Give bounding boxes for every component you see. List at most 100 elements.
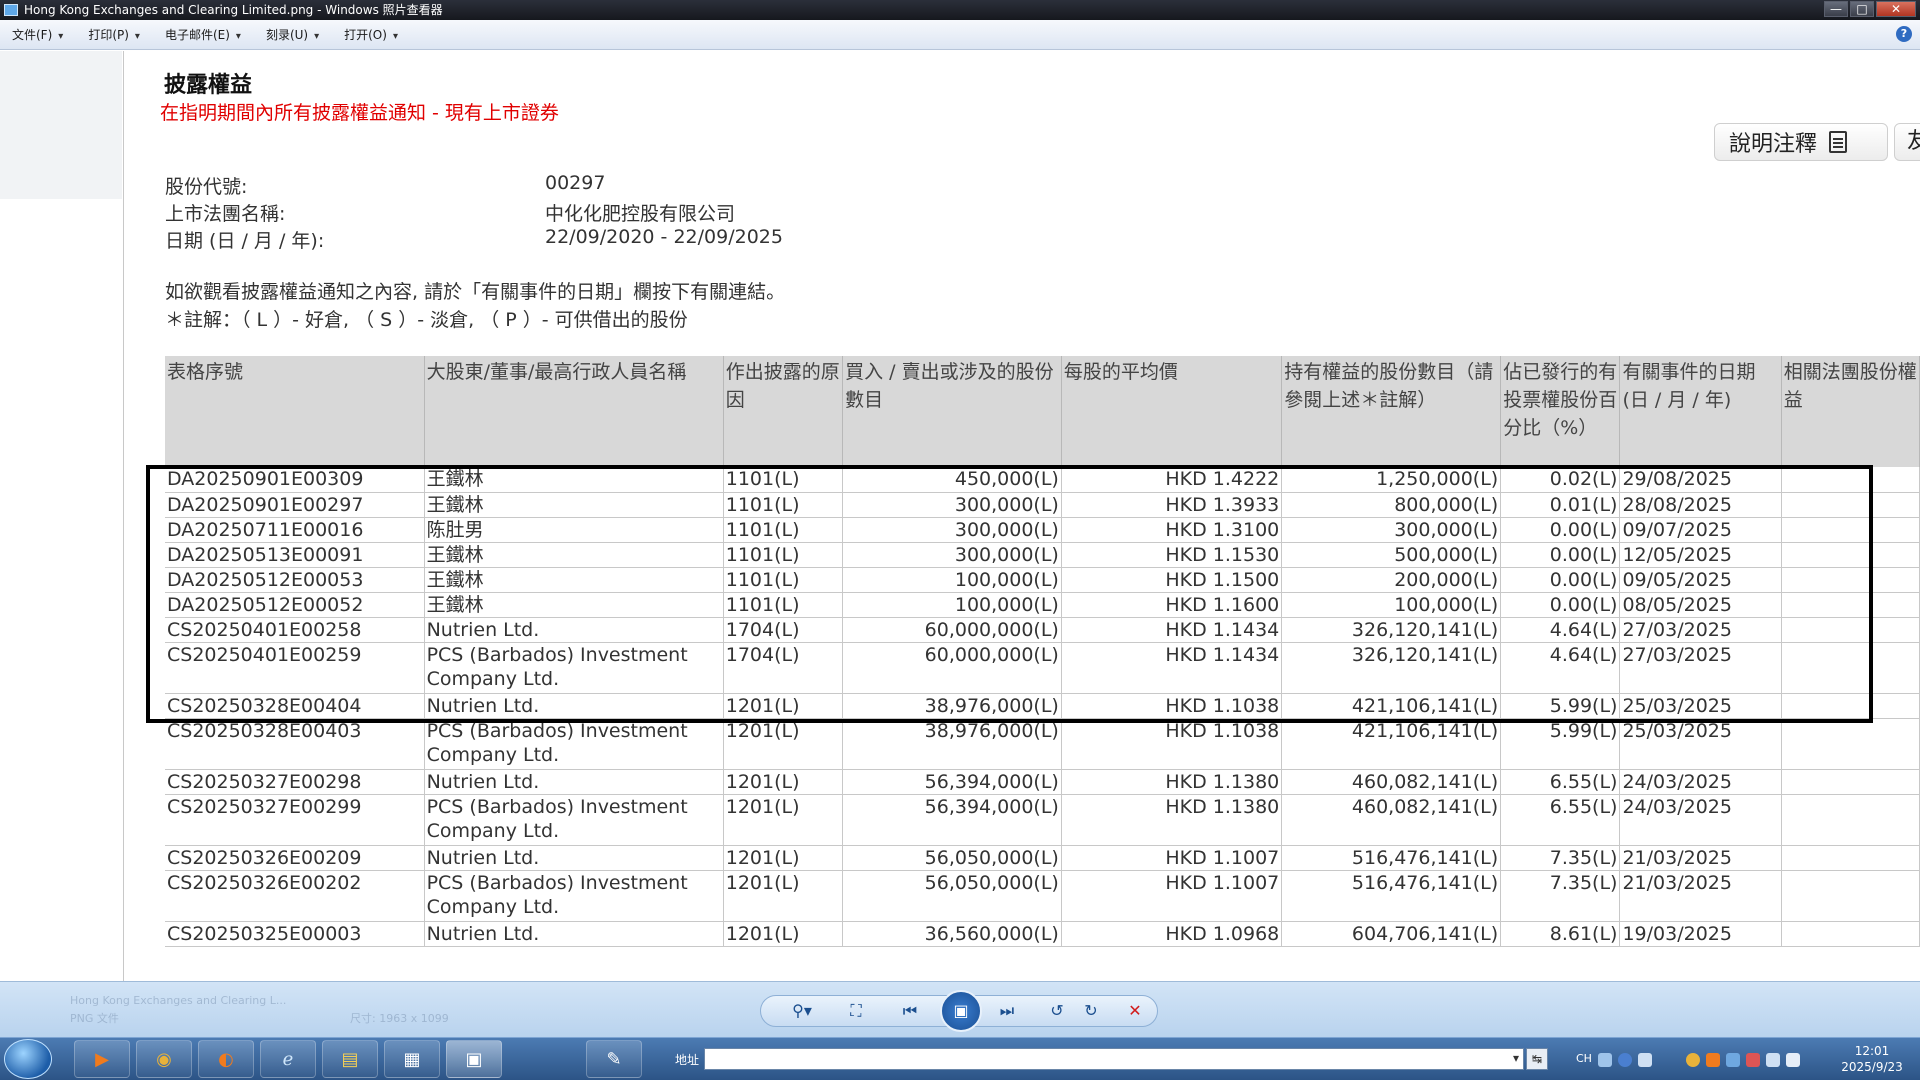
menu-open[interactable]: 打开(O) [332, 26, 411, 43]
cell-shares-involved: 100,000(L) [842, 592, 1062, 618]
settings-tray-icon[interactable] [1638, 1053, 1652, 1067]
cell-holder-name: 王鐵林 [424, 542, 724, 568]
table-row: CS20250326E00202 PCS (Barbados) Investme… [165, 870, 1920, 922]
table-row: CS20250328E00404 Nutrien Ltd. 1201(L) 38… [165, 693, 1920, 719]
rotate-counterclockwise-icon[interactable]: ↺ [1046, 1001, 1068, 1021]
network-tray-icon[interactable] [1726, 1053, 1740, 1067]
slideshow-icon[interactable]: ▣ [940, 990, 982, 1032]
cell-event-date[interactable]: 21/03/2025 [1619, 870, 1782, 922]
cell-reason: 1201(L) [723, 921, 844, 947]
actual-size-icon[interactable]: ⛶ [845, 1001, 867, 1021]
address-go-button[interactable]: ↹ [1526, 1048, 1548, 1070]
faint-filename: Hong Kong Exchanges and Clearing L... [70, 994, 287, 1007]
address-input[interactable] [704, 1048, 1524, 1070]
start-button[interactable] [4, 1039, 52, 1079]
cell-shares-involved: 56,050,000(L) [842, 870, 1062, 922]
table-row: CS20250326E00209 Nutrien Ltd. 1201(L) 56… [165, 845, 1920, 871]
legend-note: ＊註解：（ L ）- 好倉, （ S ）- 淡倉, （ P ）- 可供借出的股份 [165, 309, 688, 331]
close-window-button[interactable]: ✕ [1876, 1, 1916, 17]
cell-reason: 1101(L) [723, 592, 844, 618]
cell-holder-name: Nutrien Ltd. [424, 769, 724, 795]
table-row: DA20250512E00053 王鐵林 1101(L) 100,000(L) … [165, 567, 1920, 593]
cell-event-date[interactable]: 19/03/2025 [1619, 921, 1782, 947]
table-row: CS20250327E00298 Nutrien Ltd. 1201(L) 56… [165, 769, 1920, 795]
cell-associated-corp [1781, 492, 1920, 518]
minimize-button[interactable]: — [1824, 1, 1848, 17]
notepad-icon[interactable]: ✎ [586, 1040, 642, 1078]
cell-reason: 1101(L) [723, 492, 844, 518]
cell-event-date[interactable]: 12/05/2025 [1619, 542, 1782, 568]
explanatory-notes-button[interactable]: 說明注釋 [1714, 123, 1888, 161]
cell-shares-held: 326,120,141(L) [1281, 617, 1502, 643]
col-header-reason: 作出披露的原因 [723, 356, 844, 467]
next-page-button[interactable]: 友 [1894, 123, 1920, 161]
menu-burn[interactable]: 刻录(U) [254, 26, 332, 43]
cell-avg-price: HKD 1.1600 [1061, 592, 1283, 618]
cell-event-date[interactable]: 24/03/2025 [1619, 794, 1782, 846]
flag-tray-icon[interactable] [1746, 1053, 1760, 1067]
cell-avg-price: HKD 1.1007 [1061, 870, 1283, 922]
cell-shares-involved: 300,000(L) [842, 542, 1062, 568]
cell-percentage: 5.99(L) [1500, 718, 1621, 770]
cell-event-date[interactable]: 27/03/2025 [1619, 617, 1782, 643]
menu-email[interactable]: 电子邮件(E) [153, 26, 254, 43]
file-explorer-icon[interactable]: ▤ [322, 1040, 378, 1078]
cell-event-date[interactable]: 08/05/2025 [1619, 592, 1782, 618]
menu-print[interactable]: 打印(P) [76, 26, 153, 43]
cell-associated-corp [1781, 467, 1920, 493]
cell-percentage: 7.35(L) [1500, 870, 1621, 922]
cell-form-serial: CS20250326E00202 [165, 870, 425, 922]
rotate-clockwise-icon[interactable]: ↻ [1080, 1001, 1102, 1021]
cell-form-serial: CS20250328E00403 [165, 718, 425, 770]
previous-icon[interactable]: ⏮ [895, 1001, 925, 1021]
table-row: CS20250401E00258 Nutrien Ltd. 1704(L) 60… [165, 617, 1920, 643]
cell-holder-name: 王鐵林 [424, 467, 724, 493]
cell-percentage: 0.02(L) [1500, 467, 1621, 493]
help-tray-icon[interactable] [1618, 1053, 1632, 1067]
cell-reason: 1201(L) [723, 870, 844, 922]
cell-shares-involved: 450,000(L) [842, 467, 1062, 493]
system-clock[interactable]: 12:01 2025/9/23 [1832, 1043, 1912, 1075]
calculator-icon[interactable]: ▦ [384, 1040, 440, 1078]
cell-avg-price: HKD 1.1038 [1061, 693, 1283, 719]
app-orange-icon[interactable]: ◐ [198, 1040, 254, 1078]
cell-reason: 1704(L) [723, 642, 844, 694]
cell-associated-corp [1781, 567, 1920, 593]
menu-file[interactable]: 文件(F) [0, 26, 76, 43]
chrome-icon[interactable]: ◉ [136, 1040, 192, 1078]
cell-shares-involved: 56,394,000(L) [842, 769, 1062, 795]
maximize-button[interactable]: □ [1850, 1, 1874, 17]
delete-icon[interactable]: ✕ [1124, 1001, 1146, 1021]
cell-event-date[interactable]: 24/03/2025 [1619, 769, 1782, 795]
help-icon[interactable]: ? [1896, 26, 1912, 42]
cell-avg-price: HKD 1.1500 [1061, 567, 1283, 593]
cell-event-date[interactable]: 27/03/2025 [1619, 642, 1782, 694]
cell-shares-involved: 56,050,000(L) [842, 845, 1062, 871]
chrome-tray-icon[interactable] [1686, 1053, 1700, 1067]
cell-event-date[interactable]: 21/03/2025 [1619, 845, 1782, 871]
cell-holder-name: Nutrien Ltd. [424, 617, 724, 643]
cell-event-date[interactable]: 28/08/2025 [1619, 492, 1782, 518]
display-tray-icon[interactable] [1766, 1053, 1780, 1067]
cell-event-date[interactable]: 09/05/2025 [1619, 567, 1782, 593]
zoom-icon[interactable]: ⚲▾ [785, 1001, 819, 1021]
ime-icon[interactable] [1598, 1053, 1612, 1067]
cell-shares-involved: 60,000,000(L) [842, 617, 1062, 643]
disclosure-table: 表格序號 大股東/董事/最高行政人員名稱 作出披露的原因 買入 / 賣出或涉及的… [165, 356, 1920, 947]
language-indicator[interactable]: CH [1576, 1052, 1592, 1065]
photo-viewer-taskbar-icon[interactable]: ▣ [446, 1040, 502, 1078]
next-icon[interactable]: ⏭ [992, 1001, 1022, 1021]
media-player-icon[interactable]: ▶ [74, 1040, 130, 1078]
cell-event-date[interactable]: 09/07/2025 [1619, 517, 1782, 543]
app-tray-icon[interactable] [1706, 1053, 1720, 1067]
page-subtitle: 在指明期間內所有披露權益通知 - 現有上市證券 [160, 102, 559, 124]
browser-icon[interactable]: ℯ [260, 1040, 316, 1078]
volume-tray-icon[interactable] [1786, 1053, 1800, 1067]
cell-event-date[interactable]: 25/03/2025 [1619, 718, 1782, 770]
cell-form-serial: CS20250401E00258 [165, 617, 425, 643]
table-body: DA20250901E00309 王鐵林 1101(L) 450,000(L) … [165, 467, 1920, 947]
cell-event-date[interactable]: 29/08/2025 [1619, 467, 1782, 493]
cell-event-date[interactable]: 25/03/2025 [1619, 693, 1782, 719]
cell-shares-involved: 56,394,000(L) [842, 794, 1062, 846]
cell-percentage: 4.64(L) [1500, 642, 1621, 694]
